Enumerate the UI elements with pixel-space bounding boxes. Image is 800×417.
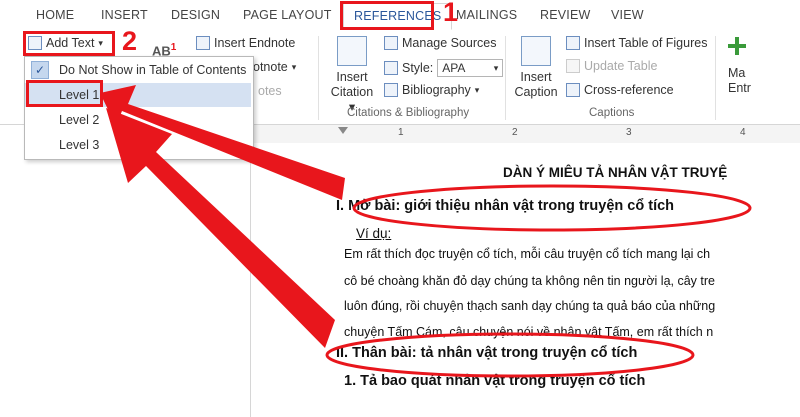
annotation-ellipse-heading-1 [352,184,752,232]
annotation-ellipse-heading-2 [325,332,695,378]
annotation-overlay [100,85,752,378]
